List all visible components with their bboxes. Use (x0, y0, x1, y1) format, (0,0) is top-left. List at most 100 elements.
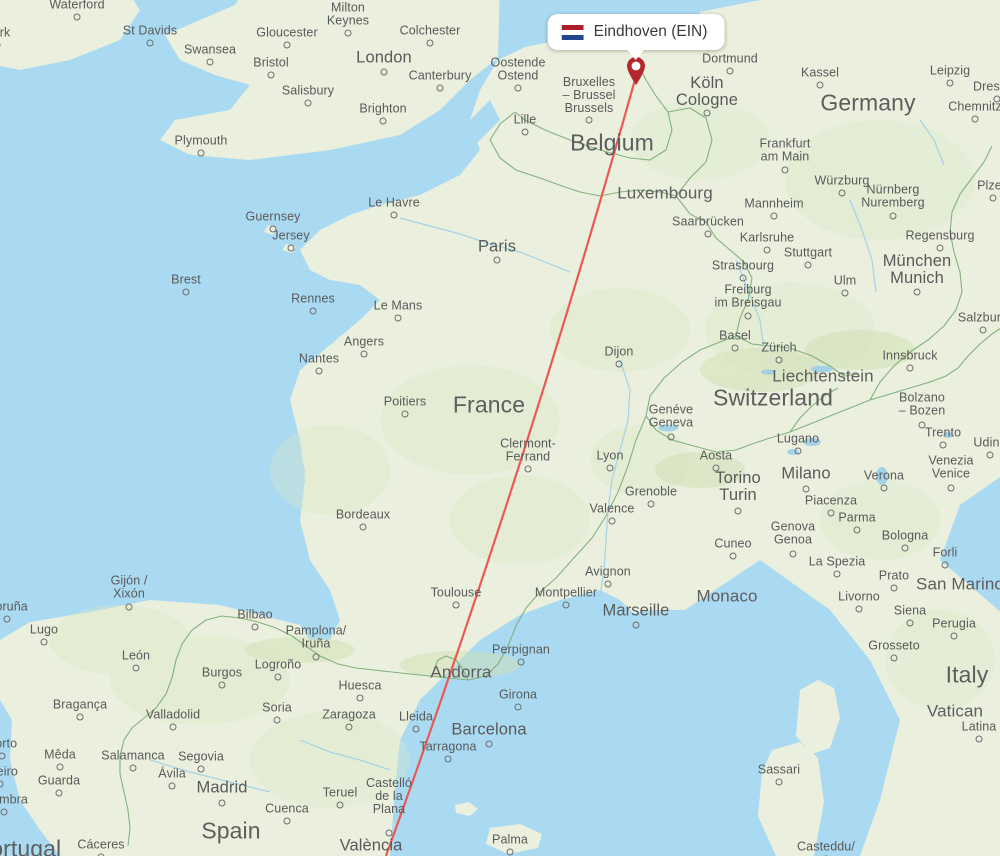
city-dot (941, 561, 949, 569)
city-label: Salisbury (281, 83, 335, 98)
city-dot (452, 601, 460, 609)
city-label: Jersey (272, 228, 310, 243)
country-label: Belgium (570, 129, 654, 156)
city-dot (380, 68, 388, 76)
city-label: La Spezia (808, 554, 866, 569)
city-dot (703, 109, 711, 117)
city-dot (647, 500, 655, 508)
city-label: Le Havre (368, 195, 420, 210)
city-dot (734, 507, 742, 515)
city-dot (913, 288, 921, 296)
city-dot (889, 212, 897, 220)
city-dot (56, 763, 64, 771)
city-dot (615, 360, 623, 368)
city-label: Siena (893, 603, 927, 618)
country-label: Vatican (926, 701, 984, 721)
city-label: Grosseto (868, 638, 920, 653)
city-label: Regensburg (905, 228, 975, 243)
city-label: Cuneo (714, 536, 752, 551)
city-label: Coruña (0, 599, 28, 614)
city-label: Plzeň (977, 178, 1000, 193)
airport-title: Eindhoven (EIN) (593, 23, 708, 40)
city-label: Teruel (322, 785, 358, 800)
city-label: Casteddu/ (797, 839, 855, 854)
airport-tooltip[interactable]: Eindhoven (EIN) (547, 14, 725, 60)
city-dot (197, 765, 205, 773)
city-dot (901, 544, 909, 552)
city-label: Brighton (359, 101, 407, 116)
city-dot (731, 344, 739, 352)
city-dot (315, 367, 323, 375)
city-label: Lugano (776, 431, 820, 446)
city-label: Brest (171, 272, 201, 287)
city-dot (401, 410, 409, 418)
city-label: Toulouse (430, 585, 482, 600)
city-dot (936, 244, 944, 252)
city-label: Strasbourg (711, 258, 775, 273)
city-dot (562, 601, 570, 609)
city-label: Salamanca (101, 748, 165, 763)
city-dot (993, 95, 1000, 103)
city-dot (604, 580, 612, 588)
city-label: Le Mans (373, 298, 423, 313)
city-label: Pamplona/ Iruña (285, 623, 347, 650)
netherlands-flag-icon (561, 24, 584, 40)
city-label: Udine (973, 435, 1000, 450)
city-label: Kassel (800, 65, 840, 80)
city-dot (794, 447, 802, 455)
city-dot (521, 128, 529, 136)
city-dot (729, 552, 737, 560)
city-label: Ávila (158, 766, 186, 781)
city-dot (890, 584, 898, 592)
city-dot (506, 848, 514, 856)
city-label: Paris (477, 237, 517, 256)
map-canvas[interactable]: Germany France Belgium Switzerland Italy Spai… (0, 0, 1000, 856)
city-label: Lyon (596, 448, 624, 463)
city-label: Guernsey (245, 209, 301, 224)
city-dot (704, 230, 712, 238)
city-dot (40, 638, 48, 646)
city-dot (775, 356, 783, 364)
city-dot (182, 288, 190, 296)
city-dot (524, 465, 532, 473)
city-label: Latina (961, 719, 997, 734)
city-label: Nürnberg Nuremberg (861, 182, 925, 209)
city-dot (312, 653, 320, 661)
country-label: Monaco (696, 586, 758, 606)
origin-airport-marker[interactable] (625, 56, 647, 86)
city-label: Mêda (44, 747, 76, 762)
city-label: Torino Turin (715, 469, 761, 504)
country-label: Andorra (430, 662, 492, 682)
city-label: Bragança (52, 697, 108, 712)
city-label: Köln Cologne (675, 74, 739, 109)
city-label: Avignon (585, 564, 631, 579)
city-label: Bologna (881, 528, 929, 543)
city-dot (514, 703, 522, 711)
city-label: Montpellier (534, 585, 598, 600)
city-label: Clermont- Ferrand (500, 436, 556, 463)
city-dot (979, 326, 987, 334)
city-dot (273, 716, 281, 724)
city-label: Venezia Venice (928, 453, 974, 480)
city-dot (770, 212, 778, 220)
country-label: Liechtenstein (772, 366, 874, 386)
city-label: Dresden (973, 79, 1000, 94)
city-label: Parma (838, 510, 876, 525)
city-dot (436, 84, 444, 92)
city-label: Livorno (838, 589, 880, 604)
city-label: Genova Genoa (770, 519, 816, 546)
country-label: Switzerland (713, 384, 833, 411)
city-label: Zürich (761, 340, 797, 355)
city-dot (744, 312, 752, 320)
city-label: Canterbury (408, 68, 472, 83)
city-label: Bilbao (237, 607, 273, 622)
city-label: Genéve Geneva (648, 402, 694, 429)
city-label: Prato (878, 568, 910, 583)
city-label: Marseille (602, 601, 670, 620)
city-label: Girona (498, 687, 538, 702)
city-label: Freiburg im Breisgau (714, 282, 782, 309)
city-dot (356, 694, 364, 702)
city-dot (816, 81, 824, 89)
country-label: Luxembourg (617, 183, 713, 203)
city-label: Milton Keynes (326, 0, 370, 27)
